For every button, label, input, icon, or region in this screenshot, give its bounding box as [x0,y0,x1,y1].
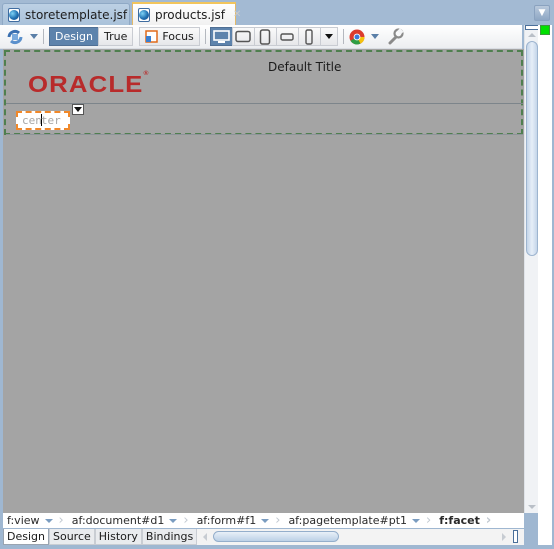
breadcrumb-label: f:view [7,514,40,527]
design-canvas[interactable]: Default Title ORACLE® center [3,49,524,513]
phone-portrait-icon [305,28,313,45]
breadcrumb-label: af:pagetemplate#pt1 [288,514,408,527]
facet-menu-button[interactable] [72,104,84,115]
toolbar-separator [342,29,344,44]
jsf-file-icon [8,7,20,22]
horizontal-scroll-thumb[interactable] [213,531,340,542]
chevron-right-icon: › [183,513,189,528]
scroll-right-arrow-icon[interactable] [502,533,506,541]
tablet-portrait-view-button[interactable] [253,27,277,46]
chevron-down-icon[interactable] [44,518,53,523]
editor-bottom-bar: Design Source History Bindings [3,529,524,545]
device-dropdown[interactable] [319,27,338,46]
browser-preview-button[interactable] [349,27,365,47]
tablet-portrait-icon [260,28,271,45]
vertical-scrollbar[interactable] [524,25,539,513]
tab-storetemplate[interactable]: storetemplate.jsf ✕ [2,3,144,25]
tab-label: storetemplate.jsf [25,7,128,22]
chevron-right-icon: › [426,513,432,528]
scroll-down-arrow-icon[interactable] [528,505,536,509]
scroll-split-handle[interactable] [525,25,539,30]
tab-products[interactable]: products.jsf ✕ [132,2,241,25]
logo-text: ORACLE [28,71,144,97]
default-title: Default Title [268,60,342,74]
content-divider [6,134,523,135]
horizontal-scrollbar[interactable] [201,530,524,544]
jsf-file-icon [138,7,150,22]
toolbar-separator [43,29,44,44]
breadcrumb-item[interactable]: f:view › [3,513,68,528]
oracle-logo: ORACLE® [28,71,150,98]
tablet-landscape-icon [235,30,252,43]
chevron-right-icon: › [275,513,281,528]
toolbar-separator [204,29,206,44]
tab-list-dropdown-button[interactable]: ▼ [534,5,550,21]
chevron-down-icon [30,34,38,39]
chevron-down-icon [370,34,379,39]
true-mode-button[interactable]: True [97,27,134,46]
overview-ruler [538,25,552,545]
breadcrumb-label: af:form#f1 [196,514,257,527]
chevron-down-icon[interactable] [412,518,421,523]
focus-icon [145,30,159,43]
editor-tab-strip: storetemplate.jsf ✕ products.jsf ✕ ▼ [0,0,554,25]
chrome-icon [349,29,365,44]
refresh-icon [7,29,23,44]
scroll-up-arrow-icon[interactable] [528,33,536,37]
tablet-landscape-view-button[interactable] [231,27,255,46]
refresh-button[interactable] [6,27,24,47]
focus-button[interactable]: Focus [139,27,200,46]
chevron-down-icon[interactable] [169,518,178,523]
scroll-left-arrow-icon[interactable] [203,533,208,541]
status-ok-marker [540,25,550,35]
breadcrumb-label: f:facet [439,514,480,527]
registered-mark: ® [143,71,150,77]
center-facet[interactable]: center [16,111,70,130]
chevron-down-icon [74,107,82,112]
browser-dropdown[interactable] [370,27,379,47]
phone-landscape-view-button[interactable] [275,27,299,46]
focus-label: Focus [162,30,194,43]
chevron-right-icon: › [485,513,492,528]
breadcrumb-item[interactable]: af:form#f1 › [193,513,285,528]
tab-history[interactable]: History [94,529,142,545]
tab-label: products.jsf [155,7,226,22]
close-icon[interactable]: ✕ [233,9,241,20]
desktop-view-button[interactable] [209,27,233,46]
chevron-down-icon[interactable] [261,518,270,523]
breadcrumb-label: af:document#d1 [71,514,165,527]
vertical-scroll-thumb[interactable] [526,41,538,256]
component-breadcrumb: f:view › af:document#d1 › af:form#f1 › a… [3,513,524,528]
desktop-icon [212,29,230,43]
tab-bindings[interactable]: Bindings [141,529,198,545]
refresh-dropdown[interactable] [30,27,38,47]
breadcrumb-item-current[interactable]: f:facet › [435,513,495,528]
wrench-icon [388,28,404,45]
design-mode-button[interactable]: Design [49,27,99,46]
settings-button[interactable] [387,27,404,47]
tab-design[interactable]: Design [3,529,49,545]
phone-landscape-icon [280,32,294,41]
breadcrumb-item[interactable]: af:pagetemplate#pt1 › [284,513,435,528]
breadcrumb-item[interactable]: af:document#d1 › [68,513,193,528]
phone-portrait-view-button[interactable] [297,27,321,46]
chevron-down-icon [324,34,333,39]
chevron-right-icon: › [58,513,64,528]
scroll-split-handle[interactable] [513,530,518,543]
facet-label: center [22,114,61,127]
tab-source[interactable]: Source [48,529,95,545]
design-toolbar: Design True Focus [0,25,522,49]
page-template-region[interactable]: Default Title ORACLE® center [4,50,523,135]
editor-window: storetemplate.jsf ✕ products.jsf ✕ ▼ Des… [0,0,554,549]
